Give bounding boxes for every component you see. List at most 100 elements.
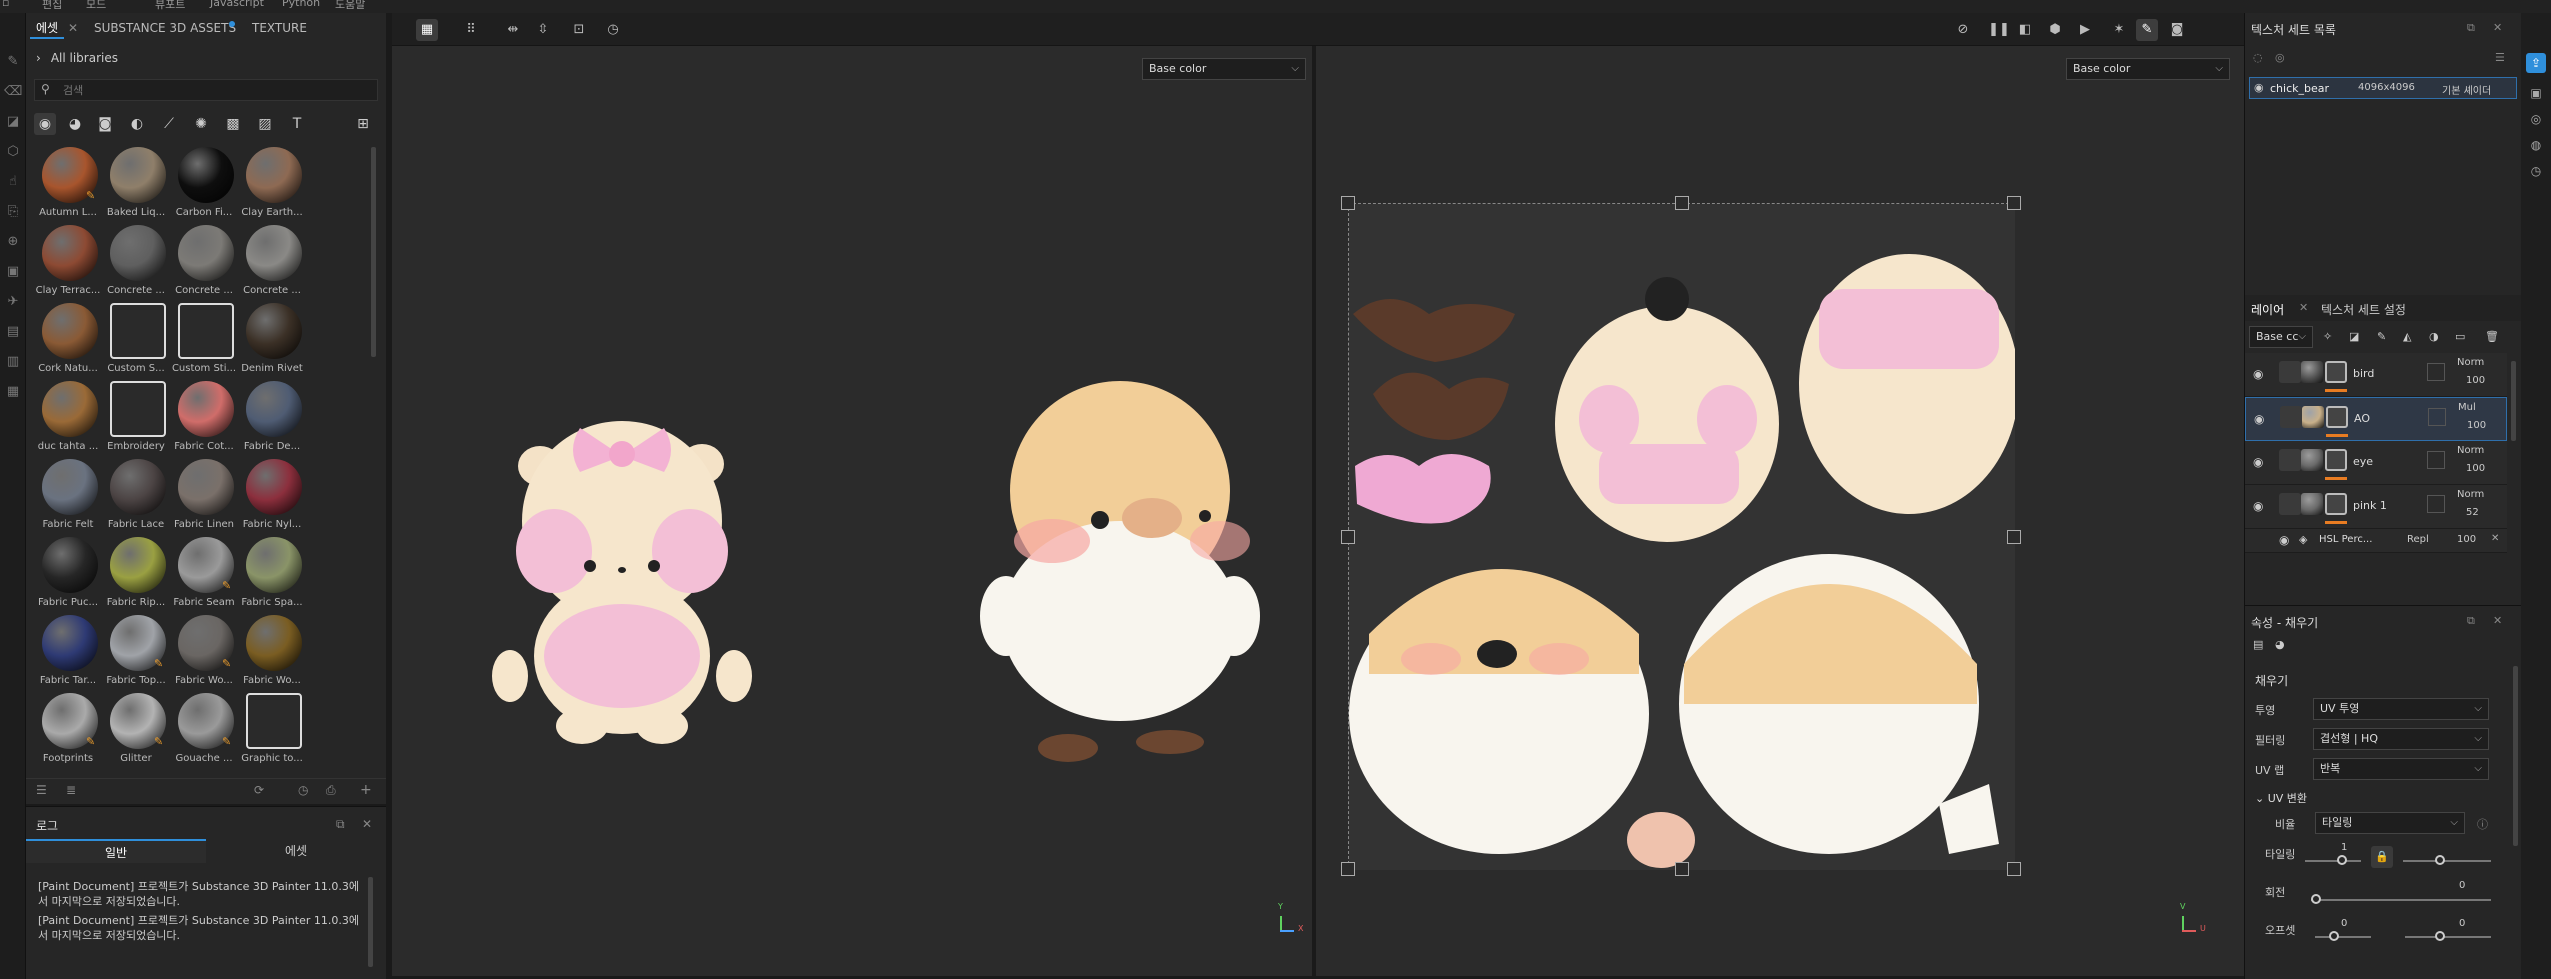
projection-dropdown[interactable]: UV 투영 ⌵ xyxy=(2313,698,2489,720)
display-settings-icon[interactable]: ◎ xyxy=(2526,109,2546,129)
layout-single-icon[interactable]: ▦ xyxy=(416,19,438,41)
close-icon[interactable]: ✕ xyxy=(362,817,372,831)
properties-scrollbar[interactable] xyxy=(2513,666,2518,846)
tab-texture-set-settings[interactable]: 텍스처 세트 설정 xyxy=(2321,301,2406,318)
asset-tile[interactable]: Baked Liq... xyxy=(102,147,168,225)
asset-tile[interactable]: Fabric De... xyxy=(238,381,304,459)
magic-wand-icon[interactable]: ✧ xyxy=(2323,330,2332,343)
tiling-slider-knob-2[interactable] xyxy=(2435,855,2445,865)
layer-blend-mode[interactable]: Norm xyxy=(2457,357,2484,368)
asset-tile[interactable]: Embroidery xyxy=(102,381,168,459)
asset-tile[interactable]: Custom Sti... xyxy=(170,303,236,381)
effect-opacity[interactable]: 100 xyxy=(2457,534,2476,545)
layer-opacity[interactable]: 52 xyxy=(2466,507,2479,518)
texture-set-row[interactable]: ◉ chick_bear 4096x4096 기본 셰이더 xyxy=(2249,77,2517,99)
offset-slider-track-2[interactable] xyxy=(2405,936,2491,938)
asset-tile[interactable]: Concrete ... xyxy=(238,225,304,303)
tab-log-assets[interactable]: 에셋 xyxy=(206,839,386,863)
layout-grid-icon[interactable]: ⠿ xyxy=(460,19,482,41)
uv-handle-bottom-right[interactable] xyxy=(2007,862,2021,876)
menu-item-edit[interactable]: 편집 xyxy=(42,0,62,12)
hide-icon[interactable]: ⊘ xyxy=(1952,19,1974,41)
filter-textures-icon[interactable]: ▨ xyxy=(254,113,276,135)
cube-icon[interactable]: ⬢ xyxy=(2044,19,2066,41)
clone-tool-icon[interactable]: ⎘ xyxy=(4,203,22,221)
offset-slider-knob-2[interactable] xyxy=(2435,931,2445,941)
eye-icon[interactable]: ◉ xyxy=(2253,367,2263,381)
menu-item-viewport[interactable]: 뷰포트 xyxy=(155,0,185,12)
rotation-slider-knob[interactable] xyxy=(2311,894,2321,904)
lock-icon[interactable]: 🔒 xyxy=(2371,846,2393,868)
shelf-tool-icon[interactable]: ▤ xyxy=(4,323,22,341)
menu-item-pre[interactable]: ▫ xyxy=(2,0,9,9)
asset-tile[interactable]: Fabric Nyl... xyxy=(238,459,304,537)
refresh-icon[interactable]: ⟳ xyxy=(254,783,264,797)
geometry-mask-tool-icon[interactable]: ▣ xyxy=(4,263,22,281)
paint-brush-icon[interactable]: ✎ xyxy=(2136,19,2158,41)
log-scrollbar[interactable] xyxy=(368,877,373,967)
layer-opacity[interactable]: 100 xyxy=(2466,375,2485,386)
filter-brushes-icon[interactable]: ⟋ xyxy=(158,113,180,135)
menu-item-javascript[interactable]: Javascript xyxy=(210,0,264,9)
layer-mask-slot[interactable] xyxy=(2428,408,2446,426)
material-properties-icon[interactable]: ◕ xyxy=(2275,638,2285,651)
add-paint-layer-icon[interactable]: ✎ xyxy=(2377,330,2386,343)
asset-tile[interactable]: Fabric Linen xyxy=(170,459,236,537)
tab-texture[interactable]: TEXTURE xyxy=(246,17,313,39)
layer-row[interactable]: ◉ eye Norm 100 xyxy=(2245,441,2507,485)
tab-assets[interactable]: 에셋 xyxy=(30,17,65,39)
filter-grunges-icon[interactable]: ▩ xyxy=(222,113,244,135)
channel-dropdown-2d[interactable]: Base color ⌵ xyxy=(2066,58,2230,80)
tab-substance-3d-assets[interactable]: SUBSTANCE 3D ASSETS xyxy=(88,17,242,39)
layer-blend-mode[interactable]: Mul xyxy=(2458,402,2476,413)
uv-handle-top-right[interactable] xyxy=(2007,196,2021,210)
eye-icon[interactable]: ◉ xyxy=(2254,412,2264,426)
shelf-icon[interactable]: ▣ xyxy=(2526,83,2546,103)
projection-tool-icon[interactable]: ◪ xyxy=(4,113,22,131)
uv-handle-left[interactable] xyxy=(1341,530,1355,544)
asset-tile[interactable]: ✎ Autumn L... xyxy=(34,147,100,225)
layer-opacity[interactable]: 100 xyxy=(2466,463,2485,474)
asset-tile[interactable]: ✎ Gouache ... xyxy=(170,693,236,771)
viewport-3d[interactable]: Base color ⌵ Y X xyxy=(392,46,1312,976)
eye-icon[interactable]: ◉ xyxy=(2253,455,2263,469)
eraser-tool-icon[interactable]: ⌫ xyxy=(4,83,22,101)
tab-log-general[interactable]: 일반 xyxy=(26,839,206,863)
all-libraries-tree[interactable]: › All libraries xyxy=(36,51,118,65)
picker-tool-icon[interactable]: ⊕ xyxy=(4,233,22,251)
visibility-icon[interactable]: ◌ xyxy=(2253,51,2263,64)
uv-handle-top-left[interactable] xyxy=(1341,196,1355,210)
tab-layers[interactable]: 레이어 xyxy=(2251,301,2284,318)
camera-tool-icon[interactable]: ▦ xyxy=(4,383,22,401)
offset-slider-knob-1[interactable] xyxy=(2329,931,2339,941)
asset-tile[interactable]: Carbon Fi... xyxy=(170,147,236,225)
eye-icon[interactable]: ◉ xyxy=(2254,81,2264,94)
asset-tile[interactable]: ✎ Glitter xyxy=(102,693,168,771)
eye-icon[interactable]: ◉ xyxy=(2253,499,2263,513)
close-icon[interactable]: ✕ xyxy=(68,21,78,35)
tiling-slider-track-2[interactable] xyxy=(2403,860,2491,862)
asset-tile[interactable]: ✎ Fabric Wo... xyxy=(170,615,236,693)
uv-handle-top[interactable] xyxy=(1675,196,1689,210)
filtering-dropdown[interactable]: 겹선형 | HQ ⌵ xyxy=(2313,728,2489,750)
info-icon[interactable]: ⓘ xyxy=(2477,816,2488,832)
delete-icon[interactable]: 🗑 xyxy=(2485,330,2499,343)
filter-alphas-icon[interactable]: ✺ xyxy=(190,113,212,135)
add-effect-icon[interactable]: ◑ xyxy=(2429,330,2439,343)
symmetry-x-icon[interactable]: ⇹ xyxy=(502,19,524,41)
paint-brush-tool-icon[interactable]: ✎ xyxy=(4,53,22,71)
float-panel-icon[interactable]: ⧉ xyxy=(336,817,345,832)
grid-view-icon[interactable]: ⊞ xyxy=(352,113,374,135)
import-icon[interactable]: ⎙ xyxy=(326,783,336,798)
pause-icon[interactable]: ❚❚ xyxy=(1988,19,2010,41)
asset-tile[interactable]: Clay Earth... xyxy=(238,147,304,225)
uv-wrap-dropdown[interactable]: 반복 ⌵ xyxy=(2313,758,2489,780)
asset-tile[interactable]: Fabric Wo... xyxy=(238,615,304,693)
asset-tile[interactable]: ✎ Fabric Seam xyxy=(170,537,236,615)
add-fill-layer-icon[interactable]: ◭ xyxy=(2403,330,2411,343)
uv-handle-right[interactable] xyxy=(2007,530,2021,544)
display-tool-icon[interactable]: ▥ xyxy=(4,353,22,371)
asset-tile[interactable]: Fabric Rip... xyxy=(102,537,168,615)
close-icon[interactable]: ✕ xyxy=(2493,614,2502,627)
history-icon[interactable]: ◷ xyxy=(602,19,624,41)
